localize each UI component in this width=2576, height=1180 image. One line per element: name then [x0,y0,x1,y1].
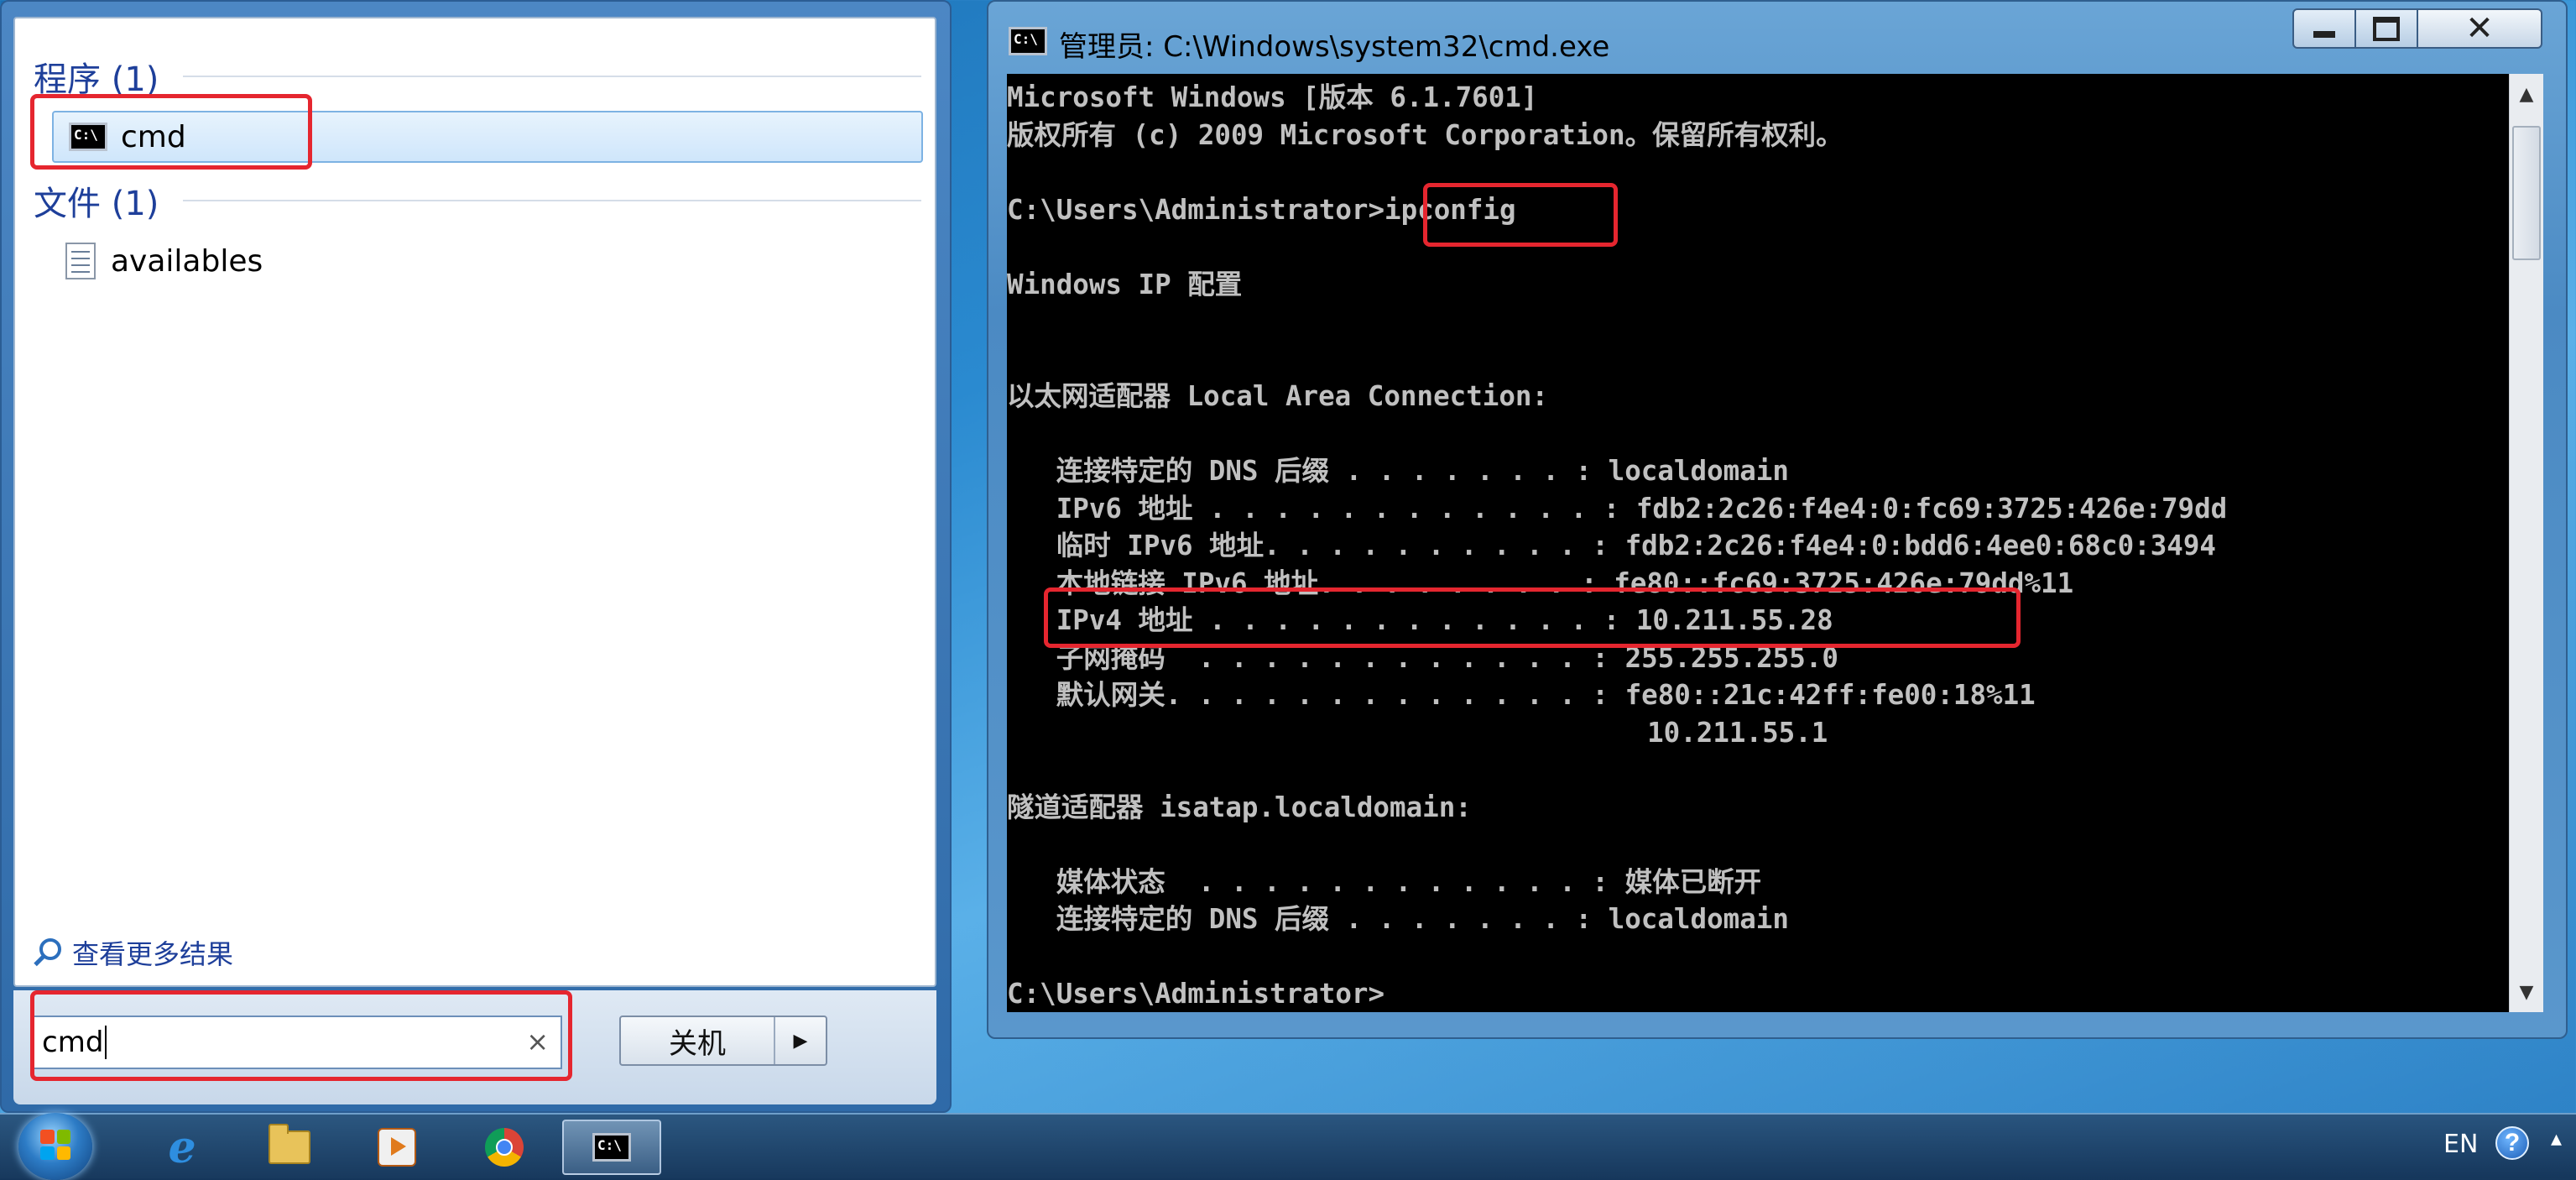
console-line: Microsoft Windows [版本 6.1.7601] [1007,81,1538,113]
show-hidden-icons-icon[interactable]: ▴ [2551,1126,2573,1160]
shutdown-label: 关机 [669,1026,726,1061]
divider [183,200,921,201]
taskbar-item-ie[interactable]: e [133,1120,232,1175]
console-line: 以太网适配器 Local Area Connection: [1007,380,1549,412]
console-line: 连接特定的 DNS 后缀 . . . . . . . : localdomain [1007,455,1789,487]
window-title: 管理员: C:\Windows\system32\cmd.exe [1059,30,1610,64]
highlight-box [30,94,312,170]
media-player-icon [378,1128,416,1167]
close-button[interactable]: ✕ [2418,8,2542,49]
shutdown-button[interactable]: 关机 ▶ [619,1016,827,1066]
maximize-button[interactable] [2356,8,2418,49]
taskbar-item-chrome[interactable] [455,1120,554,1175]
console-line: 隧道适配器 isatap.localdomain: [1007,791,1472,823]
console-line: 媒体状态 . . . . . . . . . . . . : 媒体已断开 [1007,865,1762,898]
taskbar-item-cmd[interactable]: C:\ [562,1120,661,1175]
console-line: 默认网关. . . . . . . . . . . . . : fe80::21… [1007,679,2036,711]
console-line: 10.211.55.1 [1007,716,1828,749]
console-line: Windows IP 配置 [1007,268,1243,300]
folder-icon [269,1124,310,1164]
taskbar: e C:\ EN ? ▴ [0,1113,2576,1180]
see-more-results-link[interactable]: 查看更多结果 [32,933,233,972]
console-output[interactable]: Microsoft Windows [版本 6.1.7601] 版权所有 (c) … [1007,74,2509,1012]
see-more-label: 查看更多结果 [72,938,234,970]
window-controls: ✕ [2292,8,2542,49]
language-indicator[interactable]: EN [2443,1130,2478,1159]
console-line: 临时 IPv6 地址. . . . . . . . . . : fdb2:2c2… [1007,530,2216,561]
maximize-icon [2373,16,2400,41]
chrome-icon [485,1128,524,1167]
start-button[interactable] [18,1113,92,1180]
divider [183,76,921,77]
cmd-icon: C:\ [592,1133,631,1162]
result-item-availables[interactable]: availables [65,235,263,287]
close-icon: ✕ [2465,9,2494,48]
internet-explorer-icon: e [168,1121,196,1173]
cmd-window: C:\ 管理员: C:\Windows\system32\cmd.exe ✕ M… [987,0,2568,1039]
document-icon [65,243,96,279]
vertical-scrollbar[interactable]: ▲ ▼ [2509,74,2543,1012]
console-line: 连接特定的 DNS 后缀 . . . . . . . : localdomain [1007,903,1789,935]
shutdown-options-arrow-icon[interactable]: ▶ [775,1031,826,1052]
taskbar-item-media-player[interactable] [347,1120,446,1175]
windows-logo-icon [40,1130,70,1160]
console-line: 版权所有 (c) 2009 Microsoft Corporation。保留所有… [1007,118,1843,151]
console-line: IPv6 地址 . . . . . . . . . . . . : fdb2:2… [1007,492,2228,525]
cmd-icon: C:\ [1009,27,1047,55]
taskbar-item-explorer[interactable] [240,1120,339,1175]
result-label: availables [111,243,263,279]
minimize-icon [2313,31,2335,38]
highlight-box [1423,183,1618,247]
console-line: C:\Users\Administrator> [1007,978,1385,1010]
help-icon[interactable]: ? [2495,1126,2529,1160]
scroll-down-icon[interactable]: ▼ [2510,975,2543,1009]
search-icon [32,938,61,967]
highlight-box [30,990,572,1081]
highlight-box [1044,587,2021,648]
scrollbar-thumb[interactable] [2512,126,2541,260]
minimize-button[interactable] [2292,8,2356,49]
scroll-up-icon[interactable]: ▲ [2510,77,2543,111]
files-group-header: 文件 (1) [34,185,159,223]
